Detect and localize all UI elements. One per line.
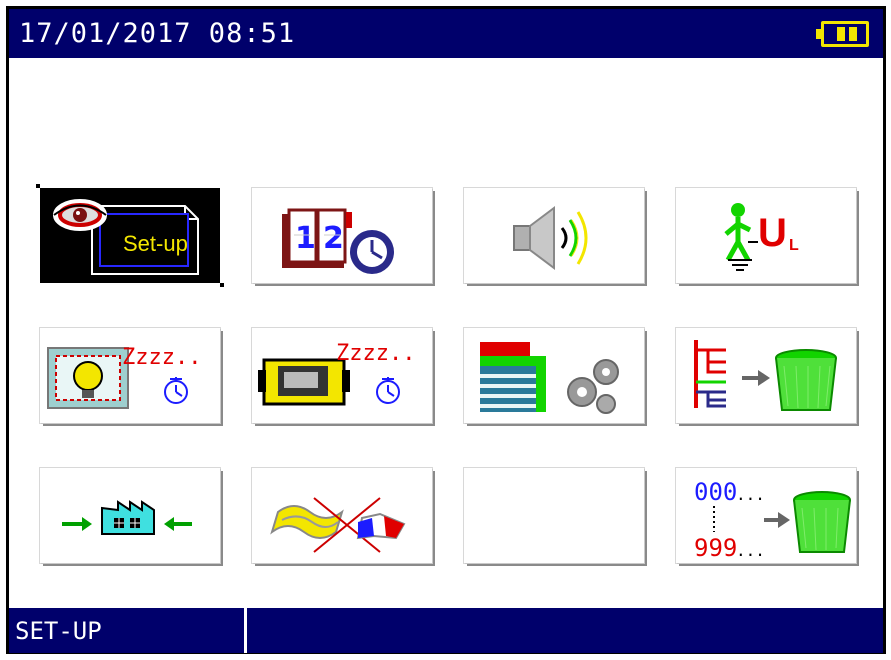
calendar-clock-icon: 1 2: [282, 208, 394, 274]
table-settings-tile[interactable]: [464, 328, 644, 423]
ellipsis-bottom: ...: [736, 541, 765, 560]
battery-cell: [849, 27, 857, 41]
status-bar: SET-UP: [9, 608, 883, 653]
svg-text:1: 1: [295, 221, 316, 256]
setup-label: Set-up: [123, 231, 188, 256]
language-tile[interactable]: [252, 468, 432, 563]
factory-icon: [62, 500, 192, 535]
top-bar: 17/01/2017 08:51: [9, 9, 883, 58]
factory-reset-tile[interactable]: [40, 468, 220, 563]
instrument-sleep-tile[interactable]: Zzzz..: [252, 328, 432, 423]
touch-voltage-tile[interactable]: U L: [676, 188, 856, 283]
ellipsis-top: ...: [736, 485, 765, 504]
date-time-tile[interactable]: 1 2: [252, 188, 432, 283]
tree-erase-icon: [694, 340, 837, 411]
datetime-display: 17/01/2017 08:51: [19, 18, 296, 49]
speaker-icon: [513, 206, 588, 270]
voltage-letter: U: [758, 211, 787, 255]
person-voltage-icon: U L: [724, 203, 799, 271]
battery-cell: [837, 27, 845, 41]
flags-icon: [270, 497, 406, 553]
mode-label: SET-UP: [15, 617, 102, 645]
status-divider: [244, 608, 247, 653]
sound-tile[interactable]: [464, 188, 644, 283]
backlight-sleep-icon: Zzzz..: [47, 345, 201, 409]
erase-numbers-tile[interactable]: 000 ... 999 ...: [676, 468, 856, 563]
table-gears-icon: [480, 342, 619, 414]
setup-tile[interactable]: Set-up: [36, 184, 224, 287]
voltage-subscript: L: [789, 237, 799, 254]
number-end: 999: [694, 534, 737, 562]
instrument-sleep-icon: Zzzz..: [258, 341, 415, 406]
empty-tile[interactable]: [464, 468, 644, 563]
setup-icon: Set-up: [43, 191, 217, 280]
number-start: 000: [694, 478, 737, 506]
svg-text:2: 2: [323, 221, 344, 256]
backlight-sleep-tile[interactable]: Zzzz..: [40, 328, 220, 423]
sleep-text: Zzzz..: [122, 345, 201, 370]
numbers-erase-icon: 000 ... 999 ...: [694, 478, 851, 562]
sleep-text: Zzzz..: [336, 341, 415, 366]
erase-tree-tile[interactable]: [676, 328, 856, 423]
battery-icon: [816, 21, 869, 47]
